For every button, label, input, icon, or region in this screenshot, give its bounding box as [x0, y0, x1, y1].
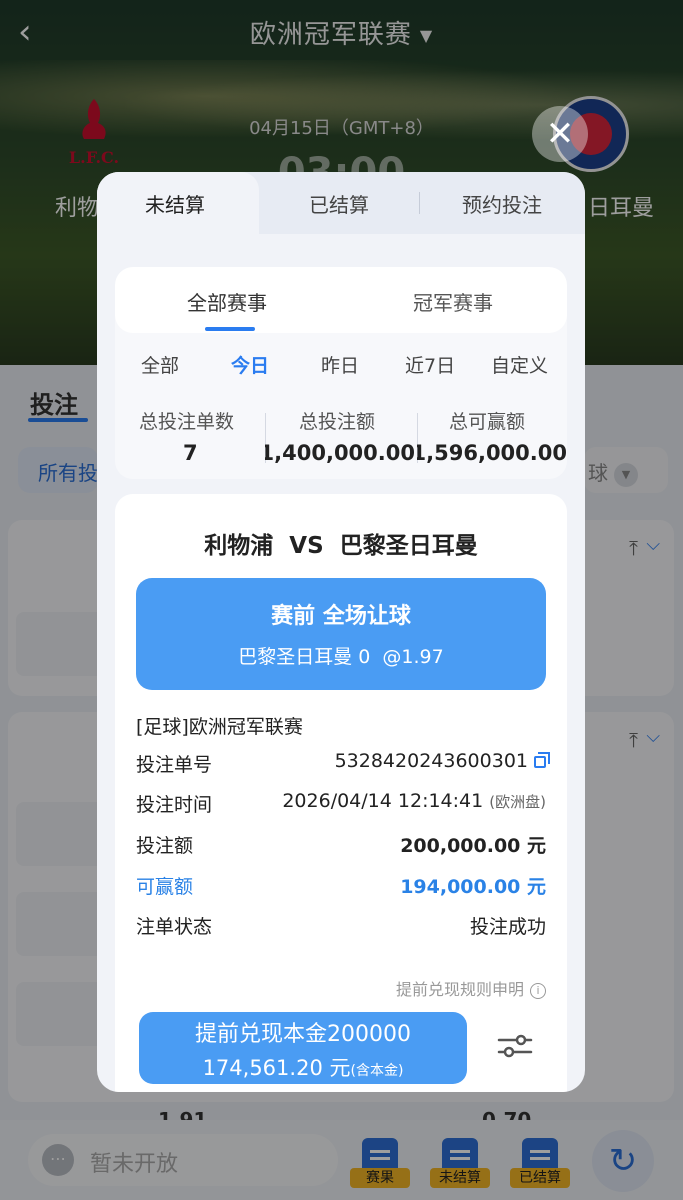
range-all[interactable]: 全部: [141, 351, 179, 378]
copy-icon[interactable]: [534, 751, 550, 768]
stat-total-count: 7: [183, 441, 198, 465]
pick-team: 巴黎圣日耳曼 0: [238, 646, 371, 668]
cashout-note: (含本金): [350, 1063, 404, 1079]
cashout-title: 提前兑现本金200000: [195, 1022, 411, 1047]
tab-scheduled-bets[interactable]: 预约投注: [462, 189, 542, 218]
tab-settled[interactable]: 已结算: [309, 189, 369, 218]
pick-odds: @1.97: [382, 646, 444, 668]
stat-label: 总投注单数: [139, 411, 235, 433]
bet-time-label: 投注时间: [136, 794, 213, 816]
cashout-amount: 174,561.20 元: [202, 1056, 351, 1080]
tab-divider: [419, 192, 420, 214]
market-name: 赛前 全场让球: [271, 604, 411, 629]
stat-total-win: 1,596,000.00: [417, 441, 567, 465]
range-today[interactable]: 今日: [231, 351, 269, 378]
status-label: 注单状态: [136, 916, 213, 938]
range-yesterday[interactable]: 昨日: [321, 351, 359, 378]
order-no-label: 投注单号: [136, 754, 213, 776]
info-icon: i: [530, 982, 546, 999]
bet-time-value: 2026/04/14 12:14:41 (欧洲盘): [282, 790, 546, 812]
bet-slip-card: 利物浦 VS 巴黎圣日耳曼 赛前 全场让球 巴黎圣日耳曼 0 @1.97 [足球]…: [115, 494, 567, 1092]
cashout-rules-link[interactable]: 提前兑现规则申明 i: [396, 976, 546, 1000]
scope-tab-indicator: [205, 327, 255, 331]
order-no: 5328420243600301: [334, 750, 528, 772]
filter-panel: 全部赛事 冠军赛事 全部 今日 昨日 近7日 自定义 总投注单数 7 总投注额 …: [115, 267, 567, 479]
tab-champion-events[interactable]: 冠军赛事: [413, 287, 493, 316]
win-label: 可赢额: [136, 876, 194, 898]
order-no-row: 投注单号 5328420243600301: [136, 750, 550, 777]
market-pick: 巴黎圣日耳曼 0 @1.97: [136, 642, 546, 669]
status-row: 注单状态 投注成功: [136, 912, 546, 939]
odds-type: (欧洲盘): [489, 793, 546, 811]
win-value: 194,000.00 元: [400, 876, 546, 898]
bet-records-modal: 未结算 已结算 预约投注 全部赛事 冠军赛事 全部 今日 昨日 近7日 自定义 …: [97, 172, 585, 1092]
range-7days[interactable]: 近7日: [405, 351, 455, 378]
stat-total-stake: 1,400,000.00: [265, 441, 415, 465]
stake-label: 投注额: [136, 835, 194, 857]
tab-all-events[interactable]: 全部赛事: [187, 287, 267, 316]
range-custom[interactable]: 自定义: [491, 351, 548, 378]
close-icon[interactable]: ✕: [532, 106, 588, 162]
stake-row: 投注额 200,000.00 元: [136, 831, 546, 858]
bet-time-row: 投注时间 2026/04/14 12:14:41 (欧洲盘): [136, 790, 546, 817]
record-tabs: 未结算 已结算 预约投注: [97, 172, 585, 234]
scope-tabs: 全部赛事 冠军赛事: [115, 267, 567, 333]
cashout-button[interactable]: 提前兑现本金200000 174,561.20 元(含本金): [139, 1012, 467, 1084]
tab-unsettled[interactable]: 未结算: [145, 189, 205, 218]
order-no-value: 5328420243600301: [334, 750, 550, 772]
market-box: 赛前 全场让球 巴黎圣日耳曼 0 @1.97: [136, 578, 546, 690]
cashout-amount-line: 174,561.20 元(含本金): [139, 1052, 467, 1082]
status-value: 投注成功: [469, 916, 546, 938]
stake-value: 200,000.00 元: [400, 835, 546, 857]
rules-note: 提前兑现规则申明: [395, 980, 524, 999]
stat-label: 总投注额: [299, 411, 376, 433]
bet-time: 2026/04/14 12:14:41: [282, 790, 484, 812]
win-row: 可赢额 194,000.00 元: [136, 872, 546, 899]
sliders-icon[interactable]: [497, 1028, 533, 1064]
stat-label: 总可赢额: [449, 411, 526, 433]
match-title: 利物浦 VS 巴黎圣日耳曼: [204, 533, 478, 559]
league-line: [足球]欧洲冠军联赛: [136, 716, 303, 738]
